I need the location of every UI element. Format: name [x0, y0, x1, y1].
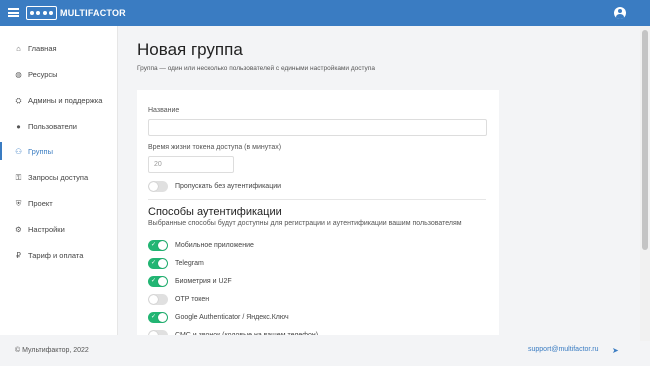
menu-icon[interactable]	[8, 8, 19, 17]
page-subtitle: Группа — один или несколько пользователе…	[137, 65, 375, 72]
auth-methods-title: Способы аутентификации	[148, 206, 282, 218]
group-form-card: Название Время жизни токена доступа (в м…	[137, 90, 499, 341]
sidebar-item-billing[interactable]: ₽ Тариф и оплата	[0, 246, 118, 264]
page-title: Новая группа	[137, 40, 243, 59]
sidebar-item-label: Тариф и оплата	[28, 250, 84, 260]
name-label: Название	[148, 107, 180, 114]
token-lifetime-input[interactable]: 20	[148, 156, 234, 173]
sidebar-item-groups[interactable]: ⚇ Группы	[0, 142, 118, 160]
admin-icon: ⛭	[15, 95, 22, 105]
sidebar-item-label: Пользователи	[28, 121, 77, 131]
toggle-mobile-app[interactable]	[148, 240, 168, 251]
auth-method-label: Мобильное приложение	[175, 242, 254, 249]
sidebar-item-label: Группы	[28, 146, 53, 156]
sidebar-item-label: Главная	[28, 43, 57, 53]
auth-methods-description: Выбранные способы будут доступны для рег…	[148, 220, 462, 227]
toggle-otp-token[interactable]	[148, 294, 168, 305]
sidebar-item-project[interactable]: ⛨ Проект	[0, 194, 118, 212]
sidebar-item-label: Настройки	[28, 224, 65, 234]
support-email-link[interactable]: support@multifactor.ru	[528, 346, 599, 353]
logo-icon	[26, 6, 57, 20]
skip-auth-label: Пропускать без аутентификации	[175, 183, 282, 190]
auth-method-label: Telegram	[175, 260, 204, 267]
toggle-google-authenticator[interactable]	[148, 312, 168, 323]
home-icon: ⌂	[16, 43, 21, 53]
divider	[148, 199, 486, 200]
skip-auth-toggle[interactable]	[148, 181, 168, 192]
sidebar-item-home[interactable]: ⌂ Главная	[0, 39, 118, 57]
sidebar-item-label: Админы и поддержка	[28, 95, 103, 105]
logo[interactable]: MULTIFACTOR	[26, 6, 126, 20]
footer: © Мультифактор, 2022 support@multifactor…	[0, 335, 640, 366]
copyright: © Мультифактор, 2022	[15, 347, 89, 354]
auth-method-label: OTP токен	[175, 296, 210, 303]
gear-icon: ⚙	[15, 224, 22, 234]
main-content: Новая группа Группа — один или несколько…	[118, 26, 640, 341]
account-icon[interactable]	[614, 7, 626, 19]
group-icon: ⚇	[15, 146, 22, 156]
ruble-icon: ₽	[16, 250, 21, 260]
name-input[interactable]	[148, 119, 487, 136]
telegram-icon[interactable]: ➤	[612, 346, 619, 355]
toggle-biometry-u2f[interactable]	[148, 276, 168, 287]
shield-icon: ⛨	[15, 198, 22, 208]
auth-method-label: Google Authenticator / Яндекс.Ключ	[175, 314, 289, 321]
sidebar-item-settings[interactable]: ⚙ Настройки	[0, 220, 118, 238]
globe-icon: ◍	[15, 69, 22, 79]
top-bar: MULTIFACTOR	[0, 0, 650, 26]
sidebar-item-resources[interactable]: ◍ Ресурсы	[0, 65, 118, 83]
logo-text: MULTIFACTOR	[60, 8, 126, 18]
scrollbar-thumb[interactable]	[642, 30, 648, 250]
auth-method-label: Биометрия и U2F	[175, 278, 232, 285]
token-lifetime-label: Время жизни токена доступа (в минутах)	[148, 144, 282, 151]
scrollbar[interactable]	[640, 26, 650, 341]
user-icon: ●	[16, 121, 21, 131]
sidebar: ⌂ Главная ◍ Ресурсы ⛭ Админы и поддержка…	[0, 26, 118, 341]
sidebar-item-admins[interactable]: ⛭ Админы и поддержка	[0, 91, 118, 109]
key-icon: ⚿	[15, 172, 22, 182]
sidebar-item-label: Проект	[28, 198, 53, 208]
sidebar-item-users[interactable]: ● Пользователи	[0, 117, 118, 135]
toggle-telegram[interactable]	[148, 258, 168, 269]
sidebar-item-label: Ресурсы	[28, 69, 58, 79]
sidebar-item-access-requests[interactable]: ⚿ Запросы доступа	[0, 168, 118, 186]
sidebar-item-label: Запросы доступа	[28, 172, 89, 182]
